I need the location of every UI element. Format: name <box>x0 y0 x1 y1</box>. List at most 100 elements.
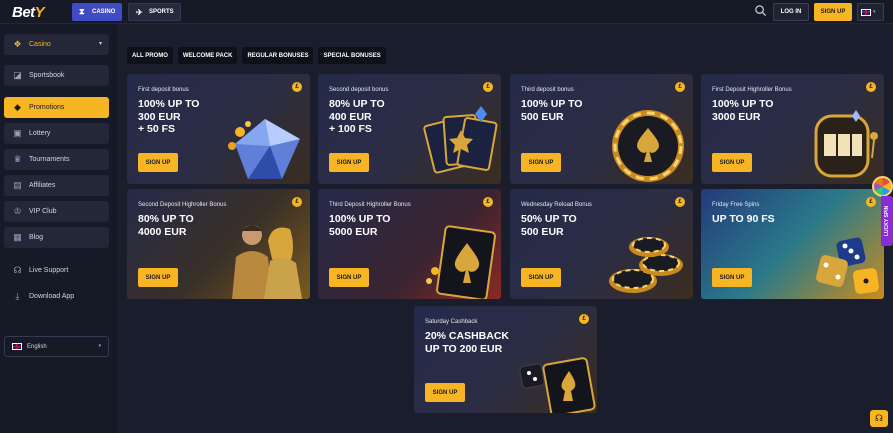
logo-accent: Y <box>34 4 45 21</box>
sidebar-item-label: Blog <box>29 234 44 241</box>
dice-cards-icon <box>519 357 596 413</box>
currency-badge: £ <box>675 197 685 207</box>
sidebar-item-label: Sportsbook <box>29 72 65 79</box>
signup-button[interactable]: SIGN UP <box>712 268 752 287</box>
chevron-down-icon: ▾ <box>98 343 101 349</box>
logo[interactable]: BetY <box>12 4 45 21</box>
top-bar: BetY ⧗ CASINO ✈ SPORTS LOG IN SIGN UP ▾ <box>0 0 893 24</box>
nav-casino-label: CASINO <box>92 9 116 15</box>
promo-card-first-deposit[interactable]: £ First deposit bonus 100% UP TO 300 EUR… <box>127 74 310 184</box>
nav-casino-button[interactable]: ⧗ CASINO <box>72 3 122 21</box>
sportsbook-icon: ◪ <box>13 70 22 80</box>
promo-headline: UP TO 90 FS <box>712 213 775 225</box>
currency-badge: £ <box>292 197 302 207</box>
promo-subtitle: First deposit bonus <box>138 87 189 93</box>
promo-card-second-deposit[interactable]: £ Second deposit bonus 80% UP TO 400 EUR… <box>318 74 501 184</box>
tab-special-bonuses[interactable]: SPECIAL BONUSES <box>318 47 386 64</box>
signup-button[interactable]: SIGN UP <box>521 153 561 172</box>
promo-headline: 100% UP TO 300 EUR + 50 FS <box>138 98 200 135</box>
promo-subtitle: Second Deposit Highroller Bonus <box>138 202 227 208</box>
language-label: English <box>27 343 47 350</box>
nav-sports-button[interactable]: ✈ SPORTS <box>128 3 181 21</box>
headset-icon: ☊ <box>875 413 883 423</box>
signup-button[interactable]: SIGN UP <box>814 3 852 21</box>
signup-button[interactable]: SIGN UP <box>425 383 465 402</box>
currency-badge: £ <box>292 82 302 92</box>
sidebar-item-promotions[interactable]: ◆ Promotions <box>4 97 109 118</box>
sidebar-item-label: Casino <box>29 41 51 48</box>
sidebar-item-vip-club[interactable]: ♔ VIP Club <box>4 201 109 222</box>
casino-icon: ⧗ <box>79 7 85 16</box>
crown-icon: ♔ <box>13 206 22 216</box>
chevron-down-icon: ▾ <box>873 9 876 15</box>
sidebar-language-selector[interactable]: English ▾ <box>4 336 109 357</box>
download-icon: ⤓ <box>15 291 20 301</box>
currency-badge: £ <box>866 197 876 207</box>
sidebar-item-label: Affiliates <box>29 182 56 189</box>
headset-icon: ☊ <box>13 265 22 275</box>
casino-icon: ❖ <box>13 39 22 49</box>
sidebar-item-live-support[interactable]: ☊ Live Support <box>4 260 109 281</box>
sidebar-item-label: Tournaments <box>29 156 70 163</box>
logo-text: Bet <box>12 4 35 21</box>
promo-headline: 80% UP TO 400 EUR + 100 FS <box>329 98 385 135</box>
tab-welcome-pack[interactable]: WELCOME PACK <box>177 47 238 64</box>
sidebar-item-label: Lottery <box>29 130 51 137</box>
tab-regular-bonuses[interactable]: REGULAR BONUSES <box>242 47 314 64</box>
promo-filter-tabs: ALL PROMO WELCOME PACK REGULAR BONUSES S… <box>127 47 386 64</box>
live-support-button[interactable]: ☊ <box>870 410 888 427</box>
promo-headline: 100% UP TO 500 EUR <box>521 98 583 123</box>
sidebar-item-casino[interactable]: ❖ Casino ▾ <box>4 34 109 55</box>
language-selector[interactable]: ▾ <box>857 3 884 21</box>
login-button[interactable]: LOG IN <box>773 3 809 21</box>
sidebar: ❖ Casino ▾ ◪ Sportsbook ◆ Promotions ▣ L… <box>0 24 117 433</box>
promo-card-third-highroller[interactable]: £ Third Deposit Highroller Bonus 100% UP… <box>318 189 501 299</box>
tab-all-promo[interactable]: ALL PROMO <box>127 47 173 64</box>
currency-badge: £ <box>866 82 876 92</box>
lucky-spin-tab[interactable]: LUCKY SPIN <box>881 196 893 246</box>
promo-subtitle: Saturday Cashback <box>425 319 478 325</box>
promo-subtitle: First Deposit Highroller Bonus <box>712 87 792 93</box>
signup-button[interactable]: SIGN UP <box>329 268 369 287</box>
promo-card-saturday-cashback[interactable]: £ Saturday Cashback 20% CASHBACK UP TO 2… <box>414 306 597 413</box>
promo-card-wednesday-reload[interactable]: £ Wednesday Reload Bonus 50% UP TO 500 E… <box>510 189 693 299</box>
sidebar-item-affiliates[interactable]: ▤ Affiliates <box>4 175 109 196</box>
chevron-down-icon: ▾ <box>98 41 102 47</box>
sidebar-item-blog[interactable]: ▦ Blog <box>4 227 109 248</box>
promo-subtitle: Second deposit bonus <box>329 87 389 93</box>
sidebar-item-tournaments[interactable]: ♛ Tournaments <box>4 149 109 170</box>
promo-subtitle: Friday Free Spins <box>712 202 760 208</box>
promo-card-friday-free-spins[interactable]: £ Friday Free Spins UP TO 90 FS SIGN UP <box>701 189 884 299</box>
sidebar-item-download-app[interactable]: ⤓ Download App <box>4 286 109 307</box>
promo-card-third-deposit[interactable]: £ Third deposit bonus 100% UP TO 500 EUR… <box>510 74 693 184</box>
sports-icon: ✈ <box>136 8 143 17</box>
search-icon[interactable] <box>754 4 767 17</box>
signup-button[interactable]: SIGN UP <box>138 153 178 172</box>
promo-subtitle: Third Deposit Highroller Bonus <box>329 202 411 208</box>
promo-subtitle: Wednesday Reload Bonus <box>521 202 592 208</box>
uk-flag-icon <box>12 343 22 350</box>
promo-subtitle: Third deposit bonus <box>521 87 574 93</box>
currency-badge: £ <box>483 82 493 92</box>
lucky-spin-wheel-icon[interactable] <box>872 176 893 197</box>
signup-button[interactable]: SIGN UP <box>329 153 369 172</box>
currency-badge: £ <box>675 82 685 92</box>
promo-card-second-highroller[interactable]: £ Second Deposit Highroller Bonus 80% UP… <box>127 189 310 299</box>
sidebar-item-sportsbook[interactable]: ◪ Sportsbook <box>4 65 109 86</box>
trophy-icon: ♛ <box>13 154 22 164</box>
nav-sports-label: SPORTS <box>149 9 174 15</box>
affiliates-icon: ▤ <box>13 180 22 190</box>
signup-button[interactable]: SIGN UP <box>138 268 178 287</box>
uk-flag-icon <box>861 8 871 16</box>
blog-icon: ▦ <box>13 232 22 242</box>
sidebar-item-label: Promotions <box>29 104 65 111</box>
signup-button[interactable]: SIGN UP <box>521 268 561 287</box>
signup-button[interactable]: SIGN UP <box>712 153 752 172</box>
currency-badge: £ <box>579 314 589 324</box>
sidebar-item-lottery[interactable]: ▣ Lottery <box>4 123 109 144</box>
promo-headline: 100% UP TO 5000 EUR <box>329 213 391 238</box>
promo-headline: 20% CASHBACK UP TO 200 EUR <box>425 330 510 355</box>
promo-card-first-highroller[interactable]: £ First Deposit Highroller Bonus 100% UP… <box>701 74 884 184</box>
diamond-icon: ◆ <box>14 102 21 112</box>
sidebar-item-label: Live Support <box>29 267 69 274</box>
